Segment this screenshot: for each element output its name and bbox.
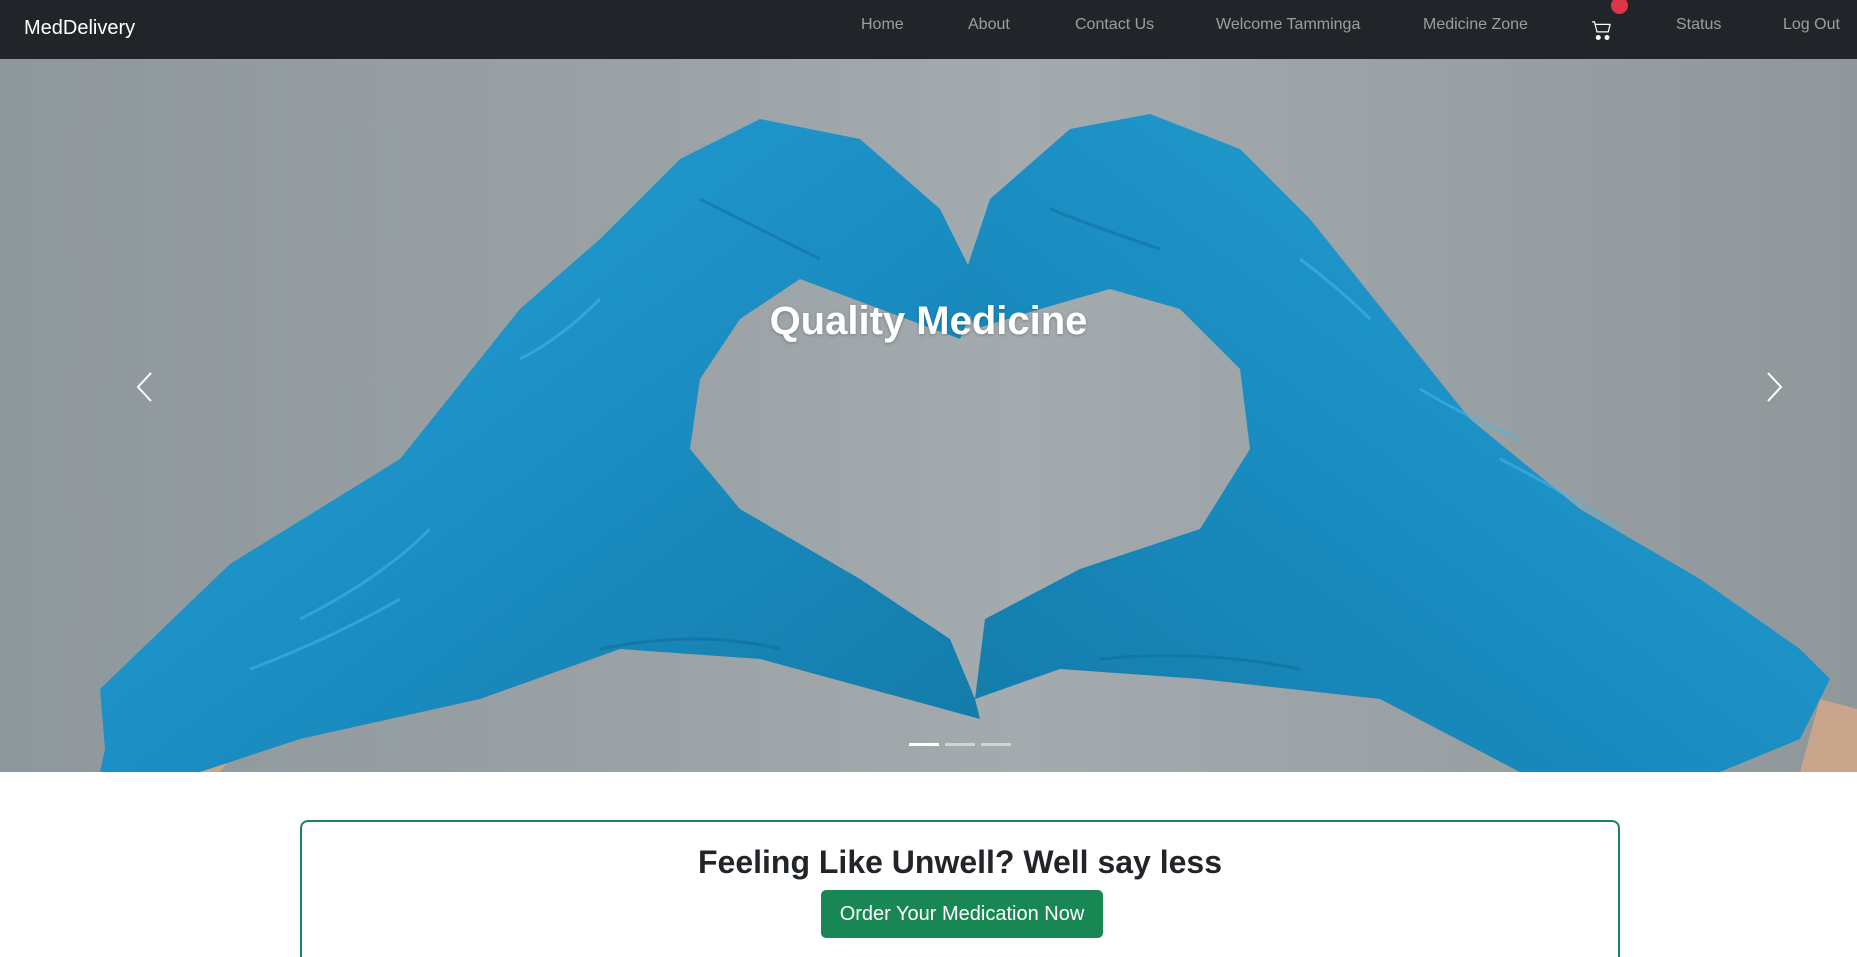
chevron-left-icon [135,371,153,408]
hero-carousel: Quality Medicine [0,59,1857,772]
nav-log-out[interactable]: Log Out [1783,16,1840,34]
carousel-indicator-2[interactable] [945,743,975,746]
carousel-indicators [909,743,1011,746]
nav-home[interactable]: Home [861,16,904,34]
carousel-slide-image [0,59,1857,772]
carousel-caption: Quality Medicine [769,299,1088,343]
nav-status[interactable]: Status [1676,16,1721,34]
cart-notification-badge [1611,0,1628,14]
cta-heading: Feeling Like Unwell? Well say less [697,844,1223,880]
carousel-indicator-1[interactable] [909,743,939,746]
carousel-indicator-3[interactable] [981,743,1011,746]
carousel-next-button[interactable] [1755,364,1795,414]
nav-medicine-zone[interactable]: Medicine Zone [1423,16,1528,34]
brand-logo[interactable]: MedDelivery [24,17,135,40]
carousel-prev-button[interactable] [124,364,164,414]
order-medication-button[interactable]: Order Your Medication Now [821,890,1103,938]
chevron-right-icon [1766,371,1784,408]
nav-contact-us[interactable]: Contact Us [1075,16,1154,34]
nav-welcome-user[interactable]: Welcome Tamminga [1216,16,1360,34]
cart-button[interactable] [1592,20,1612,40]
shopping-cart-icon [1592,20,1612,40]
top-navbar: MedDelivery Home About Contact Us Welcom… [0,0,1857,59]
nav-about[interactable]: About [968,16,1010,34]
order-cta-card: Feeling Like Unwell? Well say less Order… [300,820,1620,957]
